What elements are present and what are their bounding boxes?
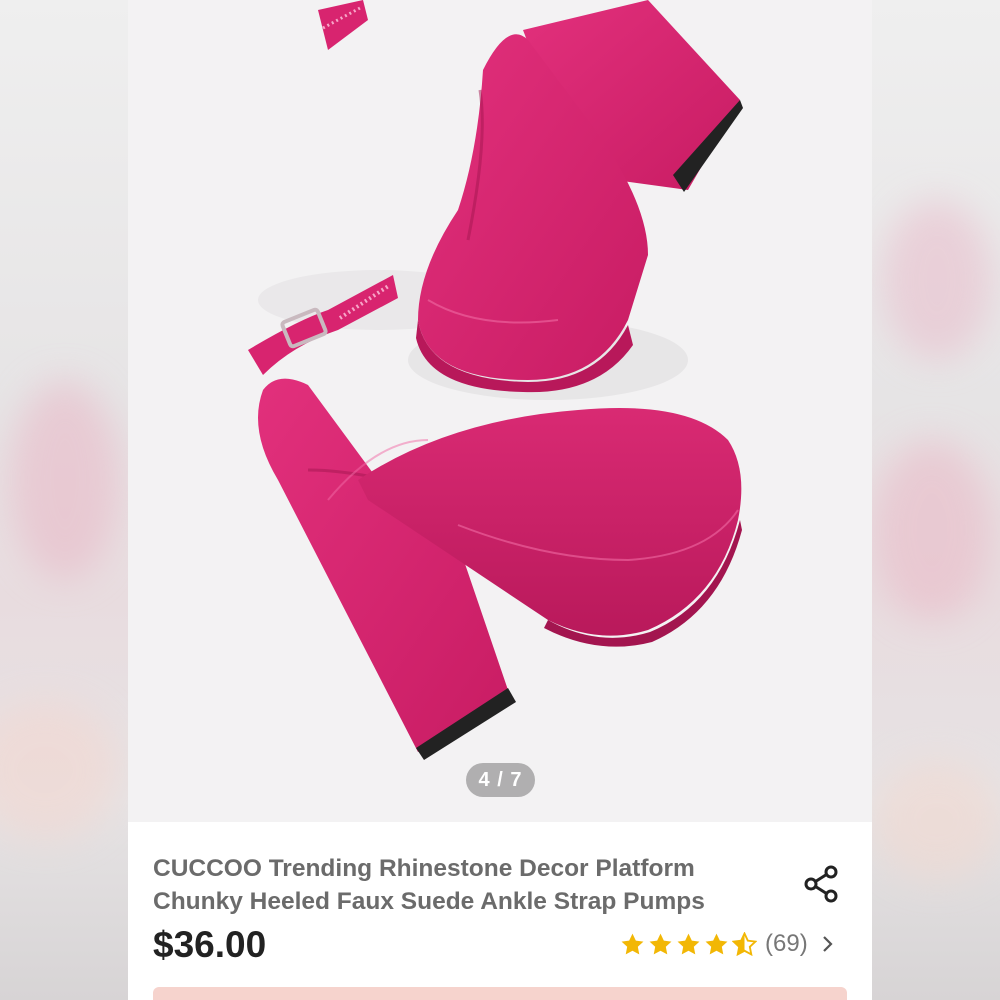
carousel-page-indicator: 4 / 7 (466, 763, 535, 797)
product-title-line-1: CUCCOO Trending Rhinestone Decor Platfor… (153, 855, 695, 882)
share-icon (804, 865, 838, 903)
star-icon (677, 933, 700, 954)
blurred-background-right (872, 0, 1000, 1000)
shoe-photo (248, 0, 743, 760)
product-price: $36.00 (153, 924, 267, 965)
review-count: (69) (765, 930, 808, 957)
product-image[interactable]: 4 / 7 (128, 0, 872, 822)
product-info-panel: CUCCOO Trending Rhinestone Decor Platfor… (128, 822, 872, 1000)
star-icon (621, 933, 644, 954)
star-icon (649, 933, 672, 954)
add-to-cart-bar[interactable] (153, 987, 847, 1000)
blurred-background-left (0, 0, 128, 1000)
product-screen: 4 / 7 CUCCOO Trending Rhinestone Decor P… (128, 0, 872, 1000)
share-button[interactable] (798, 860, 846, 908)
star-half-icon (732, 931, 757, 956)
rating-summary[interactable]: (69) (620, 929, 836, 959)
product-title-line-2: Chunky Heeled Faux Suede Ankle Strap Pum… (153, 888, 705, 915)
product-title: CUCCOO Trending Rhinestone Decor Platfor… (153, 852, 773, 918)
chevron-right-icon (822, 936, 833, 952)
star-icon (705, 933, 728, 954)
